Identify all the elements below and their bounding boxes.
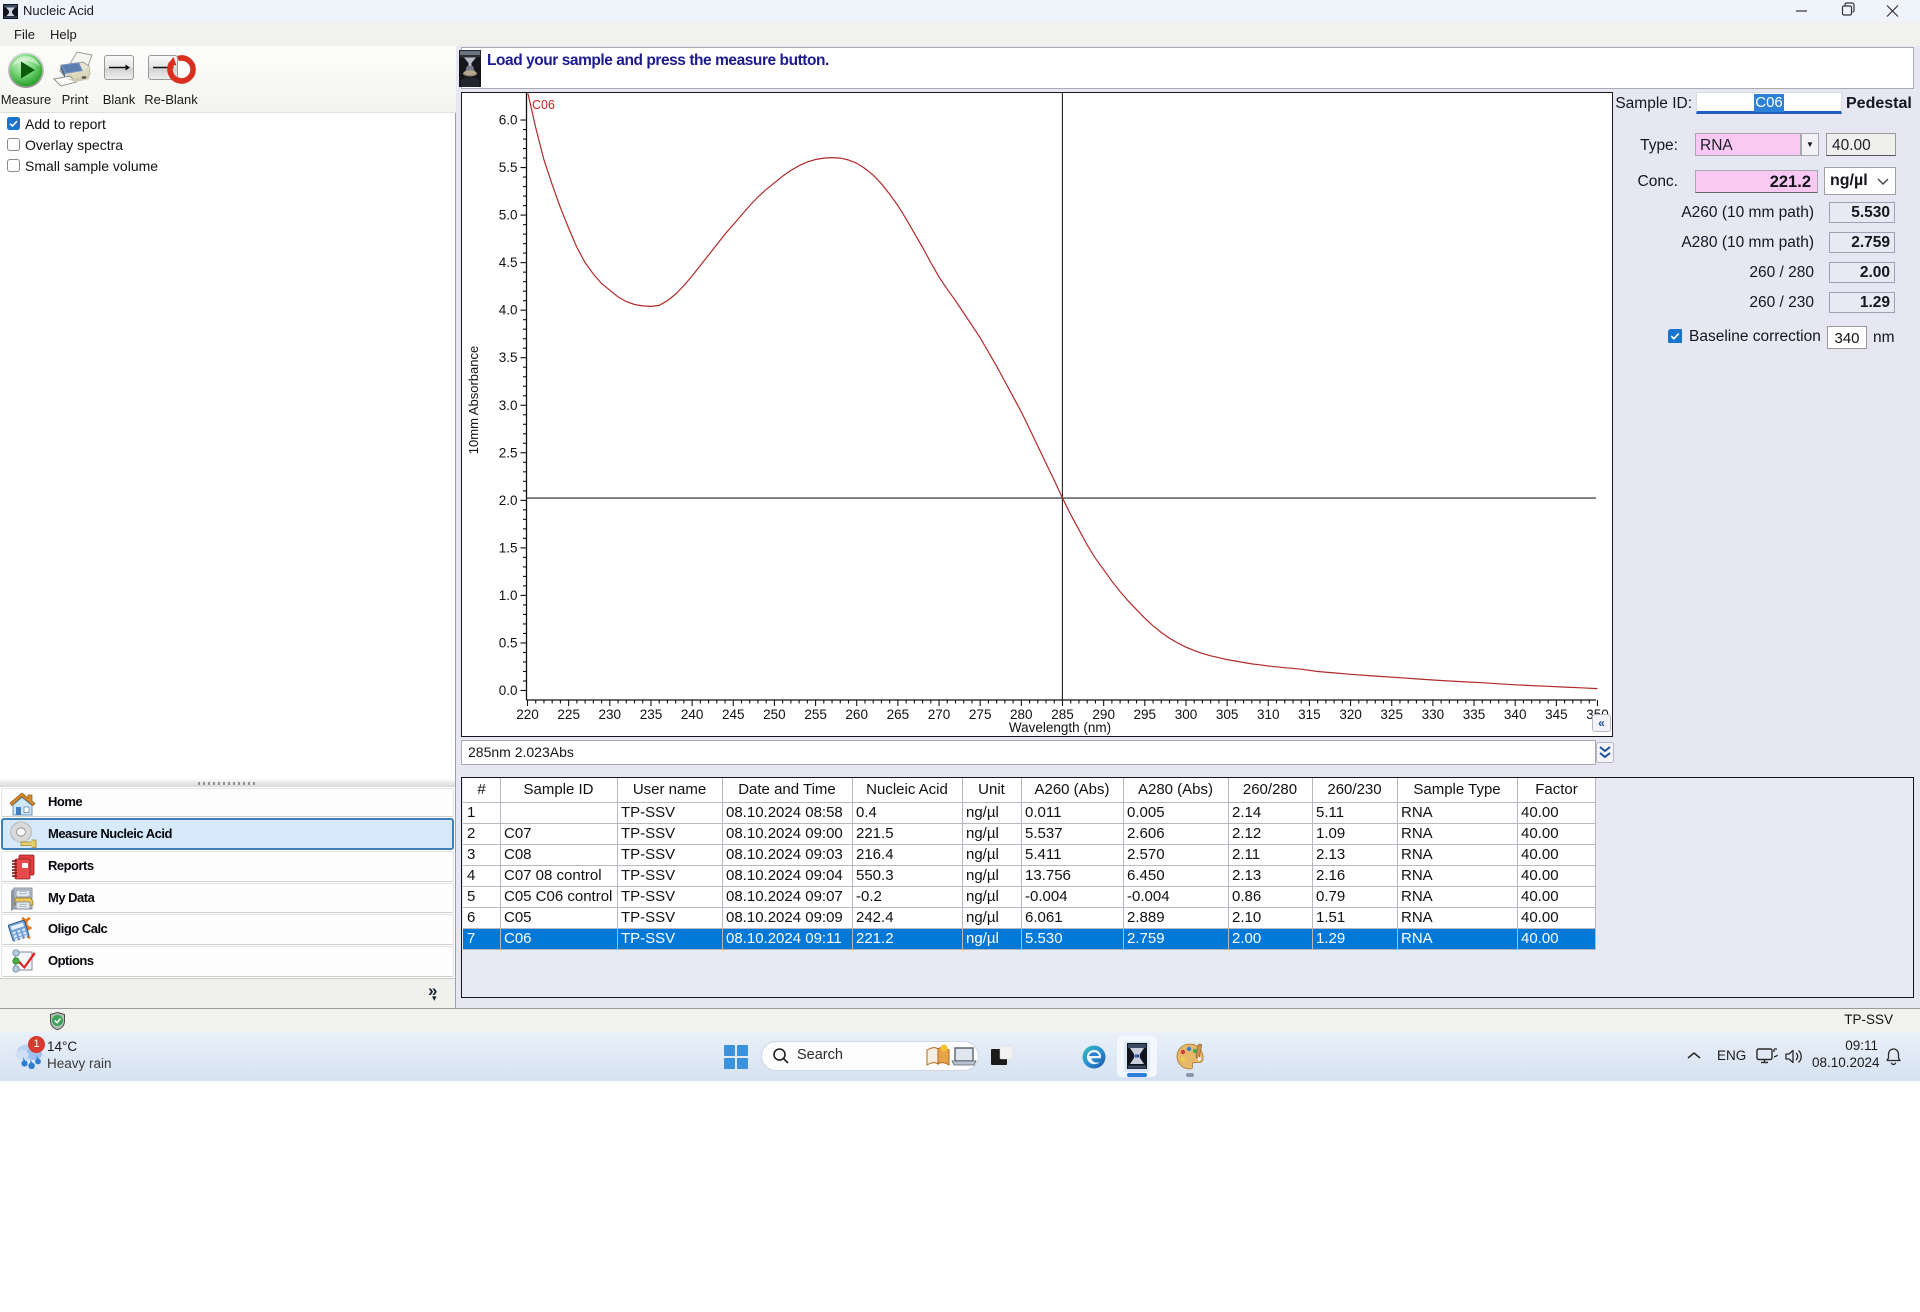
- svg-text:3.5: 3.5: [499, 350, 518, 365]
- svg-text:345: 345: [1545, 707, 1568, 722]
- svg-text:4.0: 4.0: [499, 303, 518, 318]
- svg-text:335: 335: [1463, 707, 1486, 722]
- svg-text:270: 270: [928, 707, 951, 722]
- svg-text:275: 275: [969, 707, 992, 722]
- svg-text:260: 260: [845, 707, 868, 722]
- svg-text:340: 340: [1504, 707, 1527, 722]
- svg-text:5.0: 5.0: [499, 208, 518, 223]
- svg-text:255: 255: [804, 707, 827, 722]
- svg-text:1.0: 1.0: [499, 588, 518, 603]
- svg-text:220: 220: [516, 707, 539, 722]
- svg-text:4.5: 4.5: [499, 255, 518, 270]
- svg-text:305: 305: [1216, 707, 1239, 722]
- svg-text:240: 240: [681, 707, 704, 722]
- svg-text:245: 245: [722, 707, 745, 722]
- svg-text:Wavelength (nm): Wavelength (nm): [1009, 720, 1111, 735]
- svg-text:10mm Absorbance: 10mm Absorbance: [466, 346, 481, 454]
- svg-text:2.5: 2.5: [499, 445, 518, 460]
- svg-text:0.5: 0.5: [499, 636, 518, 651]
- svg-text:6.0: 6.0: [499, 113, 518, 128]
- svg-text:C06: C06: [532, 98, 555, 112]
- svg-text:320: 320: [1339, 707, 1362, 722]
- svg-text:230: 230: [599, 707, 622, 722]
- svg-text:3.0: 3.0: [499, 398, 518, 413]
- svg-text:330: 330: [1422, 707, 1445, 722]
- svg-text:235: 235: [640, 707, 663, 722]
- svg-text:250: 250: [763, 707, 786, 722]
- svg-text:5.5: 5.5: [499, 160, 518, 175]
- svg-text:300: 300: [1175, 707, 1198, 722]
- svg-text:325: 325: [1380, 707, 1403, 722]
- svg-text:265: 265: [887, 707, 910, 722]
- svg-text:315: 315: [1298, 707, 1321, 722]
- svg-text:310: 310: [1257, 707, 1280, 722]
- svg-text:2.0: 2.0: [499, 493, 518, 508]
- svg-text:295: 295: [1134, 707, 1157, 722]
- svg-text:225: 225: [557, 707, 580, 722]
- svg-text:0.0: 0.0: [499, 683, 518, 698]
- svg-text:1.5: 1.5: [499, 540, 518, 555]
